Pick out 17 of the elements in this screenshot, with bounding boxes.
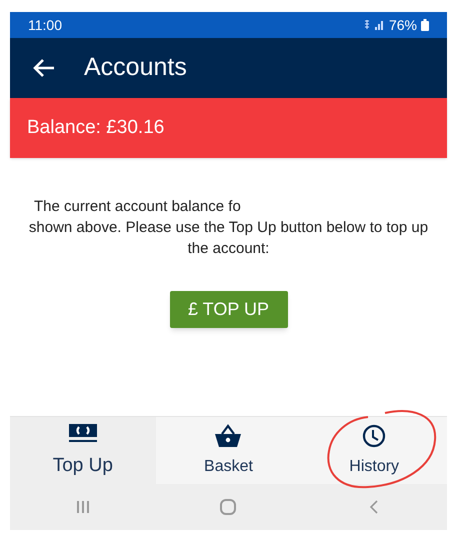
battery-icon [421, 19, 429, 31]
nav-tab[interactable]: Top Up [10, 417, 156, 484]
recent-apps-icon[interactable] [74, 500, 91, 514]
signal-icon [362, 19, 385, 31]
screen-title: Accounts [84, 52, 187, 84]
back-icon[interactable] [369, 499, 380, 515]
message-text: shown above. Please use the Top Up button below to top up the account: [28, 218, 430, 259]
status-time: 11:00 [28, 16, 62, 34]
clock-icon [362, 424, 386, 448]
top-up-button[interactable]: £ TOP UP [170, 291, 288, 328]
balance-text: Balance: £30.16 [27, 116, 164, 140]
battery-percent: 76% [388, 16, 417, 34]
home-icon[interactable] [220, 499, 236, 515]
banknote-icon [68, 422, 98, 444]
message-text: The current account balance fo [33, 197, 241, 217]
basket-icon [213, 424, 244, 448]
back-arrow-icon[interactable] [32, 58, 56, 78]
